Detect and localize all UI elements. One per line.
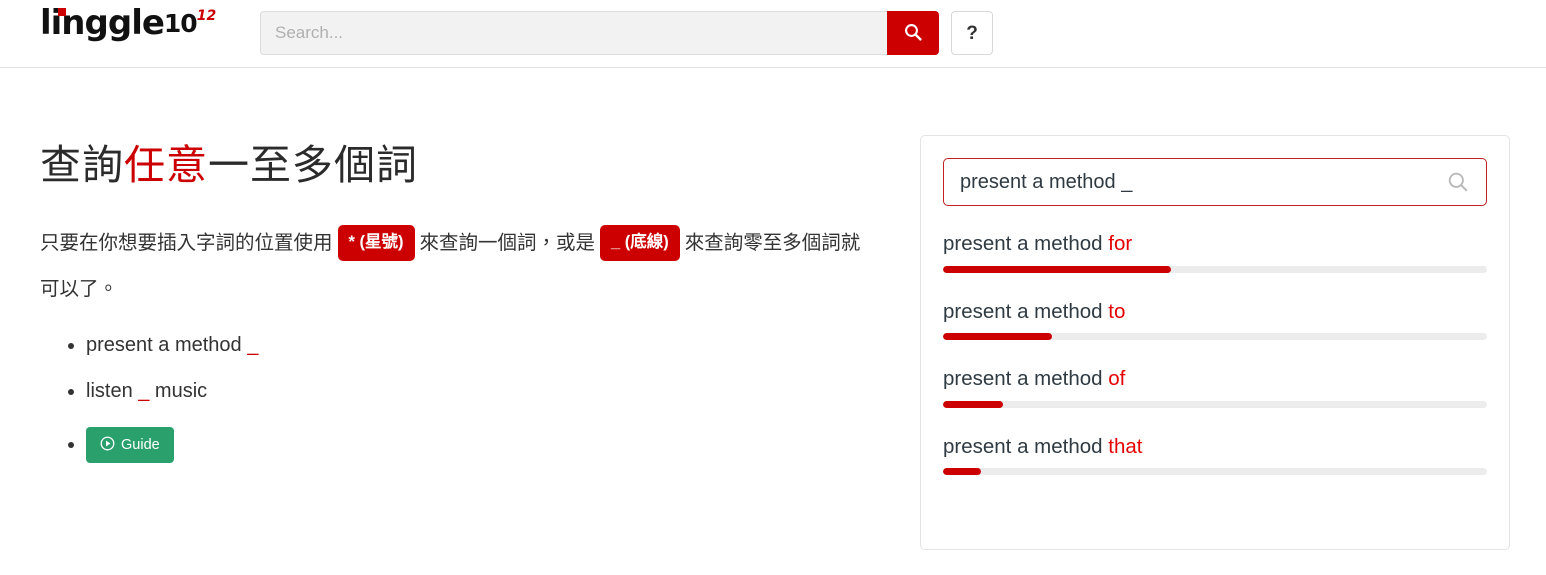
result-bar-fill [943,400,1003,408]
search-button[interactable] [887,11,939,55]
result-row[interactable]: present a method to [943,300,1487,341]
example-prefix: present a method [86,333,248,356]
result-phrase: present a method [943,299,1109,323]
result-list: present a method for present a method to… [943,232,1487,476]
result-phrase: present a method [943,232,1109,255]
demo-panel: present a method _ present a method for … [920,135,1510,550]
list-item: listen _ music [86,381,870,401]
result-text: present a method of [943,367,1487,392]
example-wildcard: _ [247,333,259,356]
result-row[interactable]: present a method for [943,232,1487,273]
guide-button[interactable]: Guide [86,426,174,464]
result-bar-track [943,265,1487,273]
result-bar-track [943,400,1487,408]
header-search-group: ? [260,11,993,55]
search-input[interactable] [260,11,887,55]
example-suffix: music [149,379,208,402]
result-row[interactable]: present a method of [943,367,1487,408]
result-row[interactable]: present a method that [943,435,1487,476]
result-hit-word: for [1108,232,1133,255]
result-text: present a method to [943,300,1487,325]
play-circle-icon [100,436,115,455]
badge-asterisk: * (星號) [337,225,415,261]
description-text-2: 來查詢一個詞，或是 [419,232,596,255]
badge-underscore: _ (底線) [600,225,680,261]
page-title: 查詢任意一至多個詞 [40,140,870,191]
site-header: linggle1012 ? [0,0,1546,68]
result-bar-track [943,468,1487,476]
result-bar-track [943,333,1487,341]
result-text: present a method for [943,232,1487,257]
example-prefix: listen [86,379,139,402]
page-title-part2: 一至多個詞 [208,141,418,189]
result-phrase: present a method [943,434,1109,458]
list-item: Guide [86,426,870,464]
logo-superscript: 12 [196,8,217,24]
guide-button-label: Guide [121,436,160,453]
page-title-part1: 查詢 [40,141,124,189]
demo-search-box[interactable]: present a method _ [943,158,1487,206]
help-button[interactable]: ? [951,11,993,55]
example-list: present a method _ listen _ music Guide [40,335,870,464]
result-bar-fill [943,333,1052,341]
logo-version: 10 [163,9,198,38]
result-text: present a method that [943,435,1487,460]
result-hit-word: of [1108,367,1126,391]
description-text-1: 只要在你想要插入字詞的位置使用 [40,232,333,255]
logo-linggle[interactable]: l inggle1012 [40,6,216,40]
result-bar-fill [943,265,1172,273]
logo-letter-l: l [40,3,52,43]
logo-dot-icon [58,8,66,16]
search-icon [1446,170,1470,194]
result-hit-word: that [1108,434,1143,458]
result-hit-word: to [1108,299,1126,323]
example-wildcard: _ [138,379,150,402]
result-phrase: present a method [943,367,1109,391]
list-item: present a method _ [86,335,870,355]
search-icon [903,22,923,45]
demo-query-value: present a method _ [960,170,1133,193]
description-paragraph: 只要在你想要插入字詞的位置使用 * (星號) 來查詢一個詞，或是 _ (底線) 來查詢零… [40,221,870,313]
intro-section: 查詢任意一至多個詞 只要在你想要插入字詞的位置使用 * (星號) 來查詢一個詞，或是… [40,140,870,489]
page-title-highlight: 任意 [124,141,208,189]
logo-text: l inggle [40,3,165,43]
result-bar-fill [943,468,982,476]
logo-text-rest: inggle [50,3,165,43]
